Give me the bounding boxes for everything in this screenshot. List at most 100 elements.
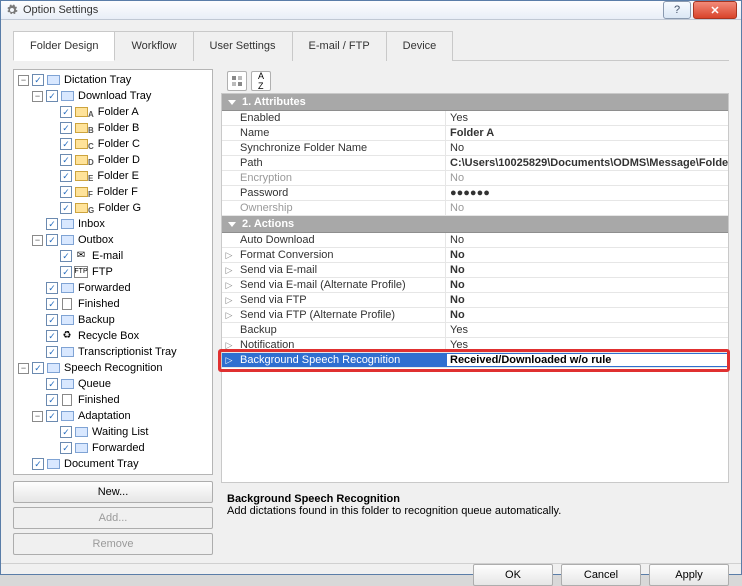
expand-icon[interactable]: ▷ — [222, 293, 236, 307]
checkbox[interactable]: ✓ — [46, 314, 58, 326]
tree-node[interactable]: ✓Forwarded — [30, 280, 212, 296]
expand-icon[interactable] — [222, 111, 236, 125]
checkbox[interactable]: ✓ — [46, 218, 58, 230]
grid-row[interactable]: ▷Format ConversionNo — [222, 248, 728, 263]
grid-value[interactable]: No — [446, 263, 728, 277]
expand-icon[interactable]: ▷ — [222, 263, 236, 277]
grid-row[interactable]: BackupYes — [222, 323, 728, 338]
tab-e-mail-ftp[interactable]: E-mail / FTP — [292, 31, 387, 61]
expand-icon[interactable]: ▷ — [222, 278, 236, 292]
checkbox[interactable]: ✓ — [46, 90, 58, 102]
checkbox[interactable]: ✓ — [60, 170, 72, 182]
checkbox[interactable]: ✓ — [46, 378, 58, 390]
expand-icon[interactable] — [222, 126, 236, 140]
checkbox[interactable]: ✓ — [46, 346, 58, 358]
tree-node[interactable]: ✓GFolder G — [44, 200, 212, 216]
grid-value[interactable]: ●●●●●● — [446, 186, 728, 200]
tree-node[interactable]: ✓EFolder E — [44, 168, 212, 184]
tree-node[interactable]: ✓AFolder A — [44, 104, 212, 120]
tree-node[interactable]: ✓Finished — [30, 392, 212, 408]
tab-device[interactable]: Device — [386, 31, 454, 61]
expand-icon[interactable]: − — [32, 411, 43, 422]
checkbox[interactable]: ✓ — [60, 122, 72, 134]
tree-node[interactable]: ✓CFolder C — [44, 136, 212, 152]
expand-icon[interactable]: − — [18, 75, 29, 86]
grid-value[interactable]: Folder A — [446, 126, 728, 140]
grid-row[interactable]: Auto DownloadNo — [222, 233, 728, 248]
grid-category[interactable]: 2. Actions — [222, 216, 728, 233]
checkbox[interactable]: ✓ — [60, 138, 72, 150]
grid-row[interactable]: ▷Send via E-mailNo — [222, 263, 728, 278]
expand-icon[interactable] — [222, 201, 236, 215]
expand-icon[interactable]: − — [32, 235, 43, 246]
checkbox[interactable]: ✓ — [46, 394, 58, 406]
tree-node[interactable]: ✓Forwarded — [44, 440, 212, 456]
new-button[interactable]: New... — [13, 481, 213, 503]
grid-row[interactable]: ▷Send via E-mail (Alternate Profile)No — [222, 278, 728, 293]
checkbox[interactable]: ✓ — [46, 330, 58, 342]
tree-node[interactable]: −✓Dictation Tray — [16, 72, 212, 88]
tree-node[interactable]: ✓Transcriptionist Tray — [30, 344, 212, 360]
grid-row[interactable]: EnabledYes — [222, 111, 728, 126]
checkbox[interactable]: ✓ — [60, 426, 72, 438]
checkbox[interactable]: ✓ — [46, 410, 58, 422]
tree-node[interactable]: ✓FTPFTP — [44, 264, 212, 280]
checkbox[interactable]: ✓ — [60, 186, 72, 198]
tab-user-settings[interactable]: User Settings — [193, 31, 293, 61]
sort-icon[interactable]: AZ — [251, 71, 271, 91]
tree-node[interactable]: ✓Document Tray — [16, 456, 212, 472]
grid-value[interactable]: Yes — [446, 338, 728, 352]
tree-node[interactable]: −✓Adaptation — [30, 408, 212, 424]
checkbox[interactable]: ✓ — [46, 282, 58, 294]
expand-icon[interactable]: ▷ — [222, 248, 236, 262]
categorized-icon[interactable] — [227, 71, 247, 91]
folder-tree[interactable]: −✓Dictation Tray−✓Download Tray✓AFolder … — [13, 69, 213, 475]
expand-icon[interactable]: − — [32, 91, 43, 102]
property-grid[interactable]: 1. AttributesEnabledYesNameFolder ASynch… — [221, 93, 729, 483]
expand-icon[interactable]: ▷ — [222, 308, 236, 322]
grid-row[interactable]: Password●●●●●● — [222, 186, 728, 201]
grid-row[interactable]: OwnershipNo — [222, 201, 728, 216]
tree-node[interactable]: −✓Speech Recognition — [16, 360, 212, 376]
grid-value[interactable]: No — [446, 293, 728, 307]
remove-button[interactable]: Remove — [13, 533, 213, 555]
expand-icon[interactable] — [222, 186, 236, 200]
checkbox[interactable]: ✓ — [60, 202, 72, 214]
checkbox[interactable]: ✓ — [60, 250, 72, 262]
add-button[interactable]: Add... — [13, 507, 213, 529]
tab-workflow[interactable]: Workflow — [114, 31, 193, 61]
grid-value[interactable]: C:\Users\10025829\Documents\ODMS\Message… — [446, 156, 728, 170]
tree-node[interactable]: ✓Inbox — [30, 216, 212, 232]
tree-node[interactable]: ✓Finished — [30, 296, 212, 312]
tree-node[interactable]: ✓✉E-mail — [44, 248, 212, 264]
expand-icon[interactable] — [222, 171, 236, 185]
close-button[interactable]: ✕ — [693, 1, 737, 19]
expand-icon[interactable] — [222, 323, 236, 337]
grid-value[interactable]: Yes — [446, 323, 728, 337]
grid-value[interactable]: No — [446, 171, 728, 185]
grid-row[interactable]: EncryptionNo — [222, 171, 728, 186]
grid-row[interactable]: Synchronize Folder NameNo — [222, 141, 728, 156]
grid-value[interactable]: Yes — [446, 111, 728, 125]
tree-node[interactable]: ✓BFolder B — [44, 120, 212, 136]
ok-button[interactable]: OK — [473, 564, 553, 586]
expand-icon[interactable] — [222, 156, 236, 170]
tree-node[interactable]: ✓DFolder D — [44, 152, 212, 168]
checkbox[interactable]: ✓ — [60, 106, 72, 118]
expand-icon[interactable]: ▷ — [222, 353, 236, 367]
grid-value[interactable]: Received/Downloaded w/o rule — [447, 354, 727, 366]
grid-value[interactable]: No — [446, 141, 728, 155]
tree-node[interactable]: ✓Waiting List — [44, 424, 212, 440]
grid-row[interactable]: ▷NotificationYes — [222, 338, 728, 353]
checkbox[interactable]: ✓ — [60, 266, 72, 278]
checkbox[interactable]: ✓ — [60, 154, 72, 166]
grid-row[interactable]: ▷Background Speech RecognitionReceived/D… — [222, 353, 728, 368]
grid-row[interactable]: ▷Send via FTPNo — [222, 293, 728, 308]
apply-button[interactable]: Apply — [649, 564, 729, 586]
expand-icon[interactable] — [222, 141, 236, 155]
grid-value[interactable]: No — [446, 233, 728, 247]
grid-row[interactable]: PathC:\Users\10025829\Documents\ODMS\Mes… — [222, 156, 728, 171]
expand-icon[interactable]: ▷ — [222, 338, 236, 352]
expand-icon[interactable]: − — [18, 363, 29, 374]
tree-node[interactable]: ✓Queue — [30, 376, 212, 392]
